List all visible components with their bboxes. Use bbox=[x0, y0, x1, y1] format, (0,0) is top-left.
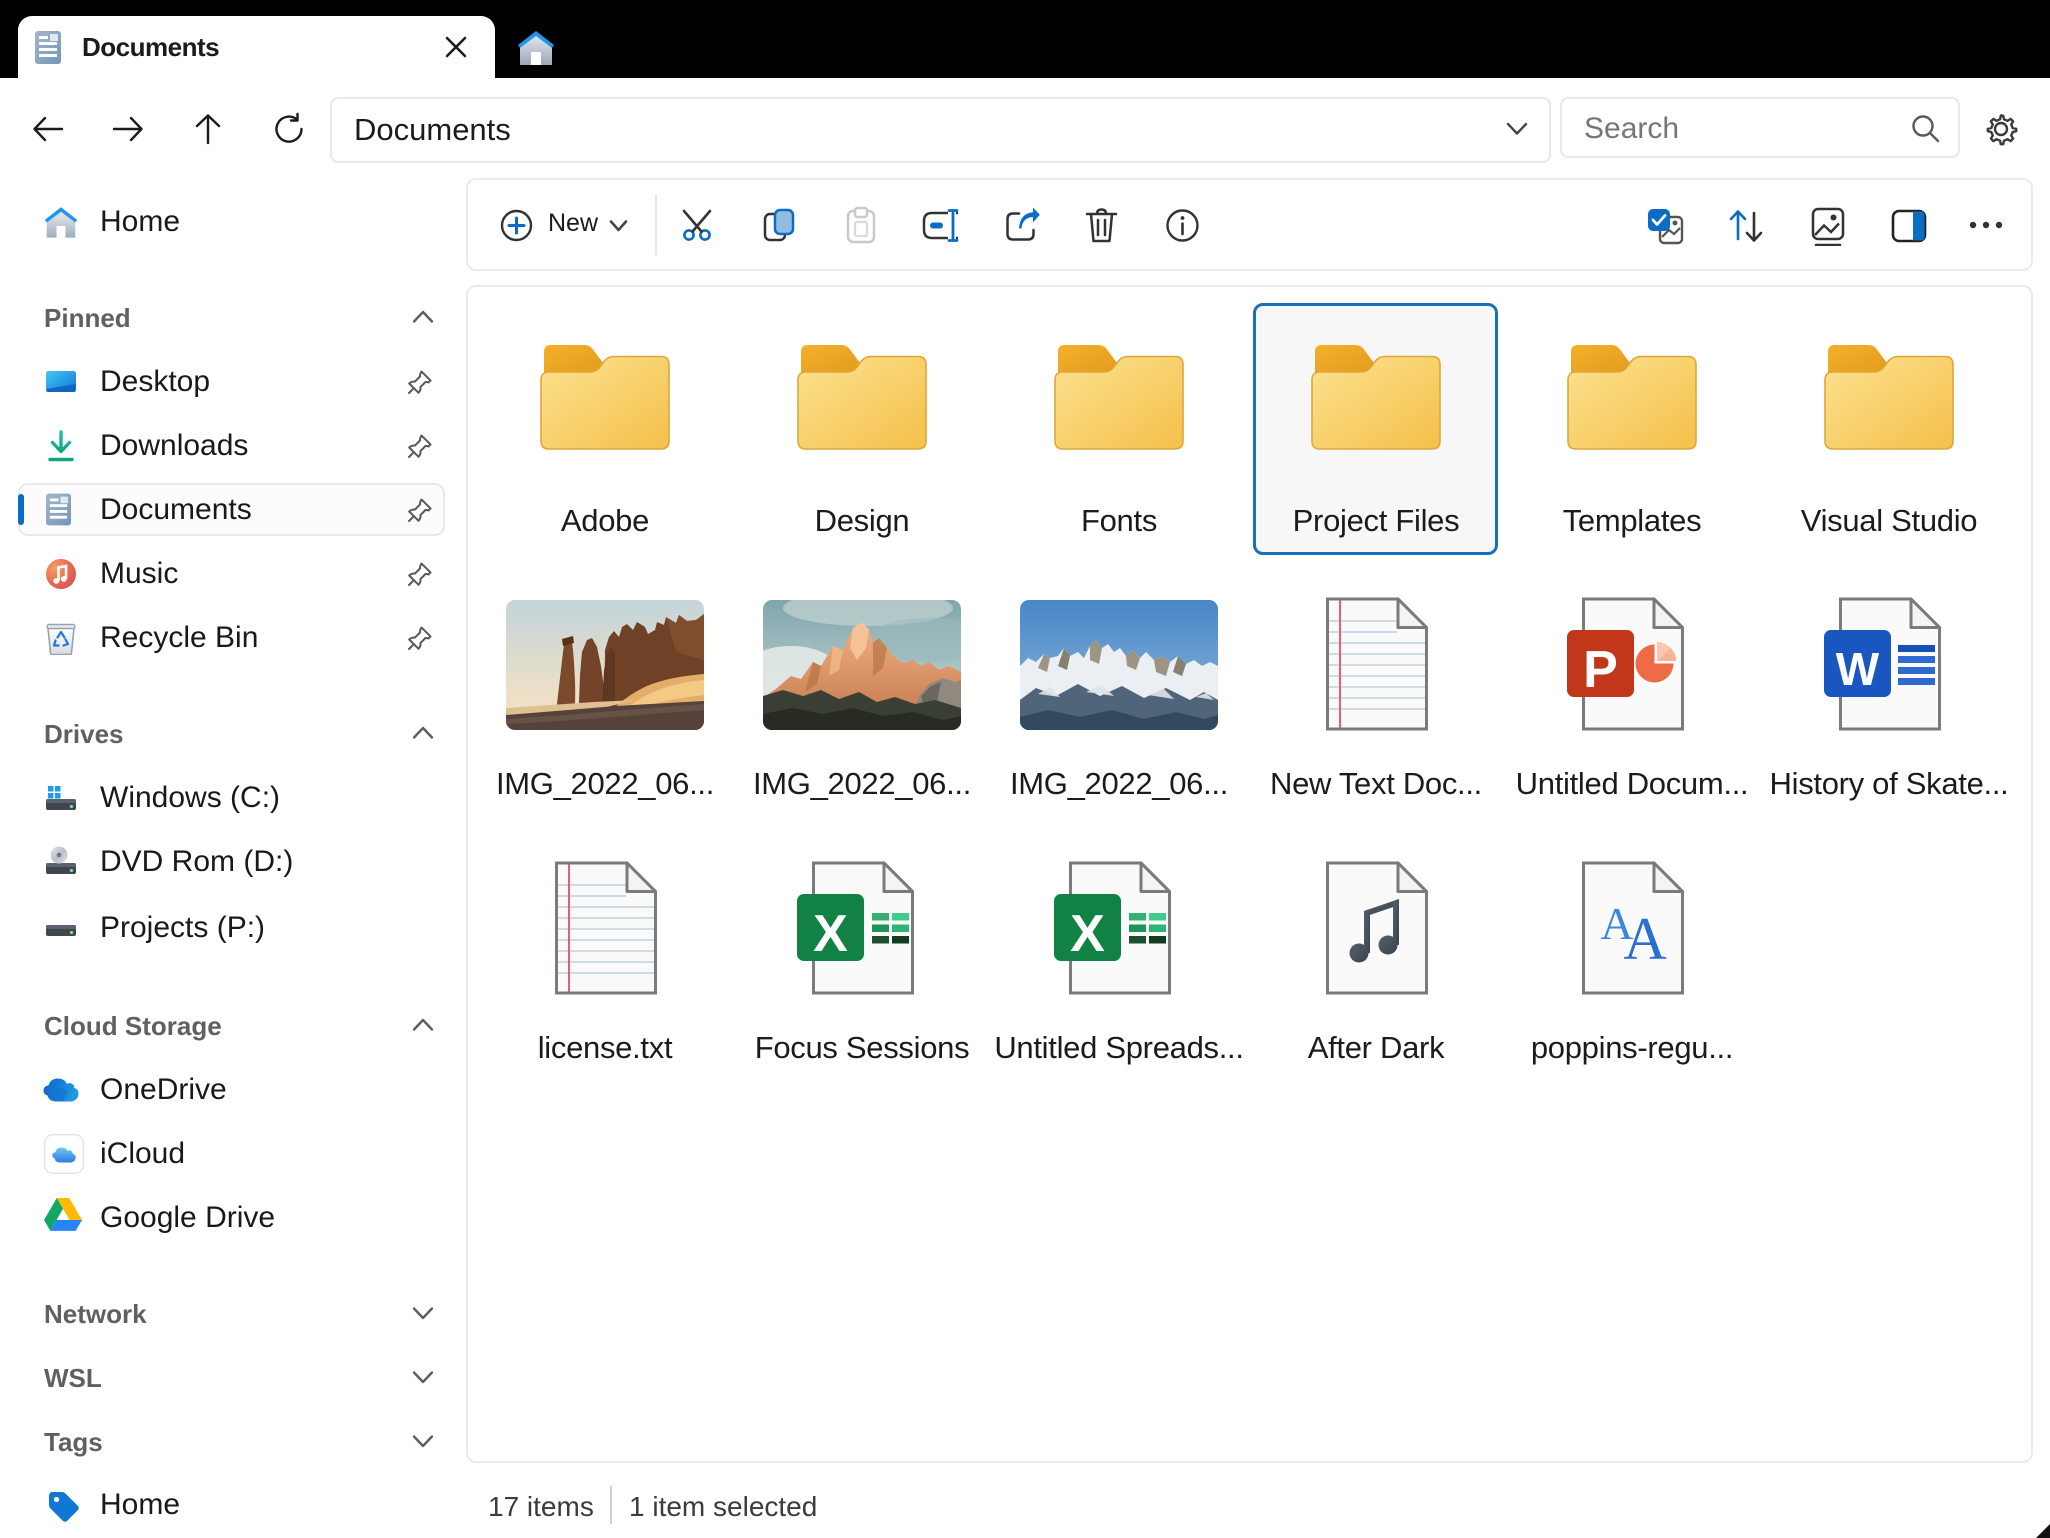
svg-text:W: W bbox=[1836, 643, 1880, 695]
svg-text:X: X bbox=[813, 905, 848, 963]
svg-text:A: A bbox=[1623, 906, 1666, 972]
svg-text:P: P bbox=[1583, 641, 1618, 699]
svg-text:X: X bbox=[1070, 905, 1105, 963]
